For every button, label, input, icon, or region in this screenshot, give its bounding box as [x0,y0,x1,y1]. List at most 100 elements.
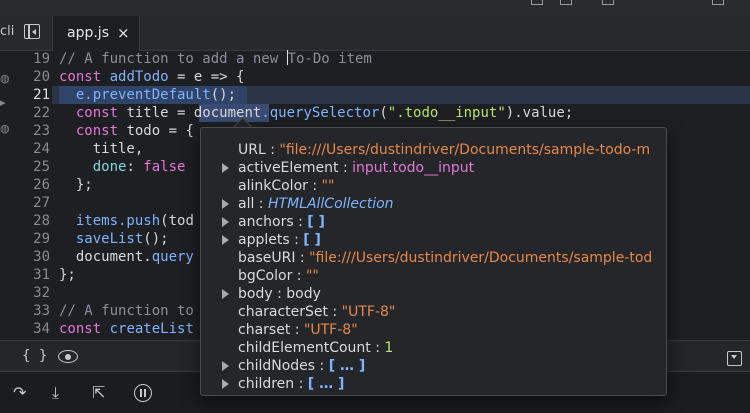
code-line: title, [59,140,144,158]
line-number[interactable]: 23 [14,122,50,140]
line-number[interactable]: 26 [14,176,50,194]
window-control-icon[interactable] [560,0,572,5]
property-entry: bgColor : "" [238,267,319,285]
expand-arrow-icon[interactable] [222,379,229,389]
line-number[interactable]: 34 [14,320,50,338]
property-separator: : [328,304,342,320]
property-key: all [238,196,255,212]
code-line: const addTodo = e => { [59,68,244,86]
line-number[interactable]: 19 [14,50,50,68]
step-out-icon[interactable]: ⇱ [92,383,105,402]
code-line: const title = document.querySelector(".t… [59,104,573,122]
code-line: }; [59,176,93,194]
expand-arrow-icon[interactable] [222,361,229,371]
tab-app-js[interactable]: app.js × [52,16,140,51]
pause-icon[interactable] [134,384,152,402]
property-separator: : [289,232,304,248]
property-separator: : [293,214,308,230]
expand-arrow-icon[interactable] [222,289,229,299]
line-number[interactable]: 28 [14,212,50,230]
line-number[interactable]: 27 [14,194,50,212]
property-key: childNodes [238,358,316,374]
property-entry: anchors : [ ] [238,213,325,231]
expand-arrow-icon[interactable] [222,217,229,227]
property-key: anchors [238,214,294,230]
step-over-icon[interactable]: ↷ [13,383,26,402]
tab-label: app.js [67,25,109,41]
plain-token: title = [118,105,194,121]
plain-token: document. [59,249,152,265]
arrow-icon: ▸ [0,96,6,109]
code-line: items.push(tod [59,212,194,230]
top-strip [0,0,750,17]
property-entry: baseURI : "file:///Users/dustindriver/Do… [238,249,652,267]
code-line: saveList(); [59,230,169,248]
property-entry: children : [ … ] [238,375,344,393]
expand-arrow-icon[interactable] [222,163,229,173]
expand-arrow-icon[interactable] [222,235,229,245]
plain-token: }; [59,177,93,193]
function-token: createList [109,321,194,337]
plain-token: = e => { [168,69,245,85]
line-number[interactable]: 25 [14,158,50,176]
property-entry: body : body [238,285,321,303]
property-key: alinkColor [238,178,308,194]
globe-icon: ◍ [0,72,10,85]
comment-token: To-Do item [287,51,372,67]
window-control-icon[interactable] [602,0,614,5]
property-separator: : [307,178,322,194]
plain-token: (); [210,87,237,103]
close-icon[interactable]: × [117,24,130,42]
property-entry: charset : "UTF-8" [238,321,358,339]
property-key: characterSet [238,304,329,320]
code-line: document.query [59,248,194,266]
property-value: "UTF-8" [341,304,396,320]
line-number[interactable]: 32 [14,284,50,302]
expand-arrow-icon[interactable] [222,199,229,209]
line-number[interactable]: 33 [14,302,50,320]
property-separator: : [338,160,353,176]
step-in-icon[interactable]: ⤓ [52,383,59,403]
property-value: [ … ] [307,376,345,392]
property-separator: : [254,196,268,212]
gutter-icons: ◍ ▸ ◍ [0,50,14,340]
property-key: baseURI [238,250,296,266]
toggle-panel-icon[interactable] [727,351,742,366]
property-value: body [286,286,321,302]
property-entry: applets : [ ] [238,231,321,249]
property-entry: childNodes : [ … ] [238,357,365,375]
property-entry: all : HTMLAllCollection [238,195,394,213]
window-control-icon[interactable] [531,0,543,5]
line-number[interactable]: 21 [14,86,50,104]
line-number[interactable]: 20 [14,68,50,86]
function-token: e.preventDefault [75,87,211,103]
keyword-token: const [59,321,102,337]
plain-token: ).value; [505,105,574,121]
property-separator: : [272,286,287,302]
property-entry: activeElement : input.todo__input [238,159,474,177]
pretty-print-button[interactable]: { } [22,348,47,364]
property-value: [ ] [303,232,321,248]
property-separator: : [265,142,280,158]
line-number[interactable]: 29 [14,230,50,248]
property-key: charset [238,322,291,338]
function-token: query [151,249,194,265]
comment-token: // A function to [59,303,194,319]
window-control-icon[interactable] [712,0,724,5]
keyword-token: false [143,159,186,175]
eye-icon[interactable] [58,350,78,363]
code-line: const todo = { [59,122,194,140]
property-value: "" [321,178,335,194]
comment-token: // A function to add a new [59,51,287,67]
line-number[interactable]: 24 [14,140,50,158]
line-number[interactable]: 22 [14,104,50,122]
hovered-token: document [193,105,262,121]
line-number[interactable]: 30 [14,248,50,266]
property-separator: : [292,268,306,284]
property-entry: childElementCount : 1 [238,339,393,357]
property-value: "file:///Users/dustindriver/Documents/sa… [279,142,651,158]
line-number[interactable]: 31 [14,266,50,284]
variable-preview-popup[interactable]: URL : "file:///Users/dustindriver/Docume… [200,127,667,396]
sidebar-toggle-icon[interactable] [24,24,40,39]
